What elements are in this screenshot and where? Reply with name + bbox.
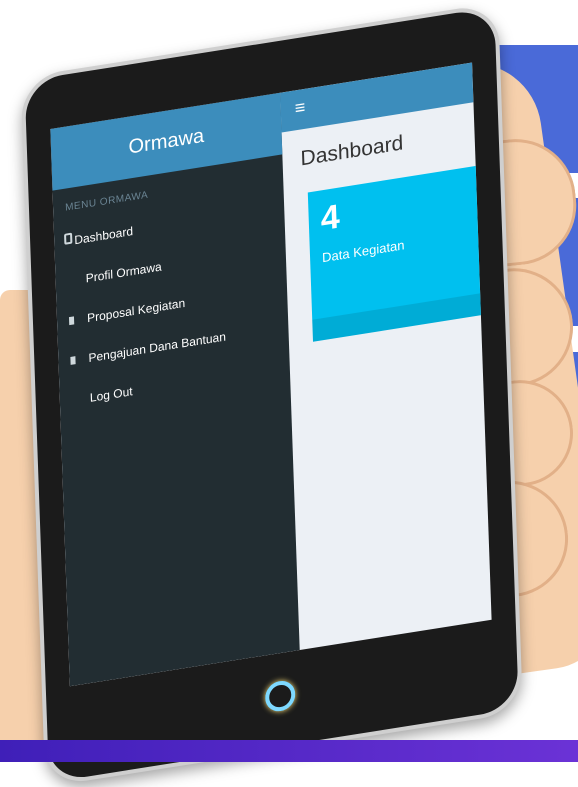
sidebar-item-label: Log Out — [89, 384, 133, 405]
bottom-bar — [0, 740, 578, 762]
tablet-frame: Ormawa MENU ORMAWA Dashboard Profil Orma… — [20, 2, 523, 787]
document-icon — [68, 316, 75, 326]
tablet-device: Ormawa MENU ORMAWA Dashboard Profil Orma… — [18, 0, 578, 787]
dashboard-icon — [64, 232, 73, 245]
info-box-data-kegiatan[interactable]: 4 Data Kegiatan — [307, 165, 483, 342]
home-button[interactable] — [264, 678, 296, 714]
info-box-footer[interactable] — [312, 293, 483, 342]
main-content: Dashboard 4 Data Kegiatan — [282, 102, 492, 650]
sidebar-item-label: Profil Ormawa — [85, 259, 162, 286]
tablet-screen: Ormawa MENU ORMAWA Dashboard Profil Orma… — [50, 62, 492, 687]
sidebar: Ormawa MENU ORMAWA Dashboard Profil Orma… — [50, 92, 300, 687]
sidebar-item-label: Dashboard — [74, 224, 134, 248]
info-box-label: Data Kegiatan — [321, 237, 405, 266]
info-box-count: 4 — [320, 197, 341, 239]
page-title: Dashboard — [300, 131, 404, 171]
document-icon — [70, 356, 76, 365]
hamburger-icon[interactable]: ≡ — [294, 97, 305, 120]
sidebar-item-label: Proposal Kegiatan — [86, 295, 186, 326]
